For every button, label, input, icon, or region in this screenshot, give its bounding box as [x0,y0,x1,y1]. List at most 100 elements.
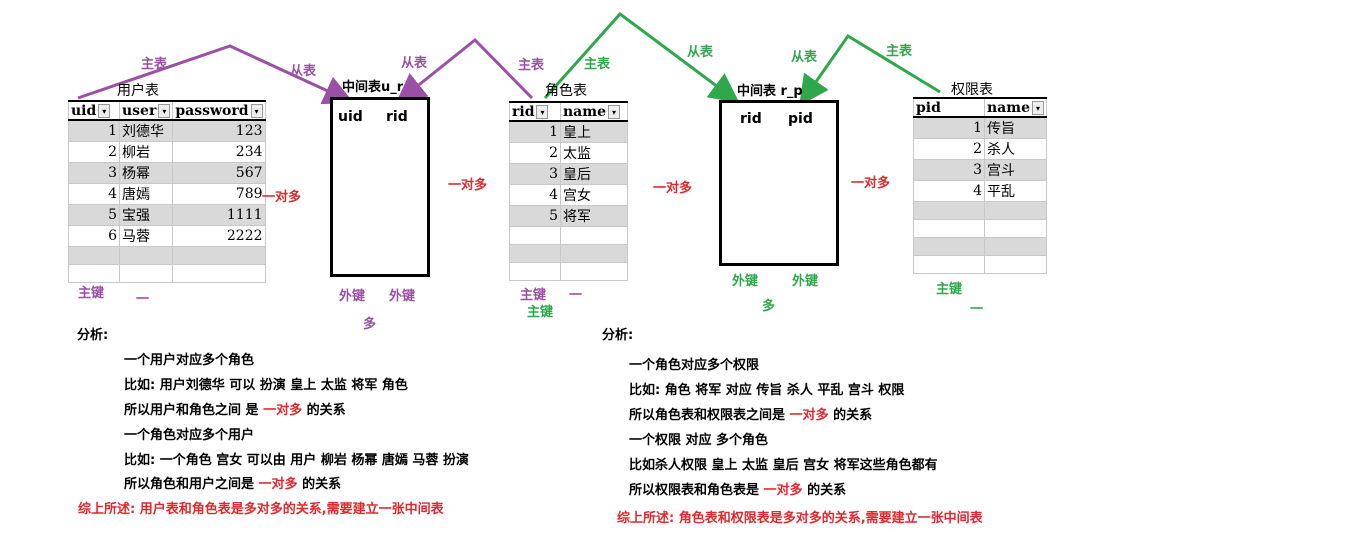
analysis-left-line-2: 比如: 用户刘德华 可以 扮演 皇上 太监 将军 角色 [124,378,408,393]
table-cell: 3 [68,162,120,184]
table-cell: 1 [509,120,561,143]
table-cell: 柳岩 [118,141,174,163]
table-cell: 567 [172,162,266,184]
table-cell: 2 [913,138,985,160]
label-foreign-key-rp-rid: 外键 [732,274,759,289]
table-cell: 3 [913,159,985,181]
table-cell: 传旨 [984,116,1047,139]
table-row: 6 马蓉 2222 [68,225,266,247]
table-row: 4 宫女 [509,184,628,206]
table-cell: 宫女 [560,184,628,206]
table-cell: 5 [68,204,120,226]
perm-table-header: pid name ▾ [913,97,1047,118]
table-row [509,226,628,245]
label-one-perm: 一 [970,302,984,317]
filter-dropdown-icon[interactable]: ▾ [98,103,111,118]
filter-dropdown-icon[interactable]: ▾ [1031,100,1044,115]
table-cell: 杨幂 [118,162,174,184]
table-cell: 4 [913,180,985,202]
table-cell: 789 [172,183,266,205]
table-cell: 3 [509,163,561,185]
label-foreign-key-uid: 外键 [339,289,366,304]
user-table: uid ▾ user ▾ password ▾ 1 刘德华 123 2 柳岩 234 3 杨幂 5… [68,100,266,283]
table-cell: 2 [68,141,120,163]
table-row: 3 宫斗 [913,159,1047,181]
table-row [68,264,266,283]
user-table-header: uid ▾ user ▾ password ▾ [68,100,266,121]
table-cell: 6 [68,225,120,247]
table-row [509,244,628,263]
table-cell: 宫斗 [984,159,1047,181]
filter-dropdown-icon[interactable]: ▾ [250,103,263,118]
table-cell: 刘德华 [118,119,174,142]
label-main-table-user: 主表 [141,57,168,72]
table-row [509,262,628,281]
analysis-left-summary: 综上所述: 用户表和角色表是多对多的关系,需要建立一张中间表 [78,502,444,517]
filter-dropdown-icon[interactable]: ▾ [158,103,171,118]
table-row: 1 刘德华 123 [68,119,266,142]
table-cell: 1111 [172,204,266,226]
table-cell: 马蓉 [118,225,174,247]
analysis-left-line-3: 所以用户和角色之间 是 一对多 的关系 [124,403,346,418]
table-cell: 2222 [172,225,266,247]
table-row: 2 柳岩 234 [68,141,266,163]
table-row: 2 太监 [509,142,628,164]
rp-col-rid: rid [740,111,762,127]
analysis-left-title: 分析: [77,328,109,343]
analysis-right-line-4: 一个权限 对应 多个角色 [629,433,769,448]
user-table-header-uid: uid [71,102,97,119]
label-one-to-many-user-ur: 一对多 [262,190,302,205]
table-row [913,201,1047,220]
table-cell: 宝强 [118,204,174,226]
table-row: 4 平乱 [913,180,1047,202]
rp-table-title: 中间表 r_p [737,84,803,99]
label-one-role: 一 [569,288,583,303]
analysis-right-line-6: 所以权限表和角色表是 一对多 的关系 [629,483,847,498]
table-row: 5 将军 [509,205,628,227]
analysis-right-title: 分析: [602,328,634,343]
table-cell: 1 [913,116,985,139]
rp-col-pid: pid [788,111,813,127]
rp-table-box [719,100,839,266]
label-foreign-key-rp-pid: 外键 [792,274,819,289]
label-sub-table-ur-2: 从表 [401,56,428,71]
table-cell: 5 [509,205,561,227]
table-row: 1 皇上 [509,120,628,143]
label-sub-table-ur: 从表 [290,64,317,79]
label-primary-key-pid: 主键 [936,282,963,297]
role-table-header-rid: rid [512,103,535,120]
analysis-right-line-1: 一个角色对应多个权限 [629,358,760,373]
label-one-to-many-role-rp: 一对多 [653,181,693,196]
table-cell: 123 [172,119,266,142]
ur-col-uid: uid [338,109,363,125]
role-table-title: 角色表 [545,83,587,99]
label-one-user: 一 [136,292,150,307]
analysis-right-line-5: 比如杀人权限 皇上 太监 皇后 宫女 将军这些角色都有 [629,458,938,473]
table-cell: 234 [172,141,266,163]
table-row [68,246,266,265]
label-many-rp: 多 [762,299,776,314]
ur-table-title: 中间表u_r [342,80,404,95]
label-foreign-key-rid: 外键 [389,289,416,304]
label-main-table-perm: 主表 [886,44,913,59]
filter-dropdown-icon[interactable]: ▾ [536,104,549,119]
table-cell: 杀人 [984,138,1047,160]
perm-table-header-name: name [987,99,1030,116]
table-cell: 平乱 [984,180,1047,202]
table-cell: 4 [68,183,120,205]
table-cell: 4 [509,184,561,206]
table-row [913,237,1047,256]
filter-dropdown-icon[interactable]: ▾ [607,104,620,119]
label-sub-table-rp-2: 从表 [791,50,818,65]
perm-table-title: 权限表 [951,82,993,98]
analysis-left-line-1: 一个用户对应多个角色 [124,353,255,368]
label-main-table-role: 主表 [518,58,545,73]
table-row [913,219,1047,238]
role-table-header-name: name [563,103,606,120]
table-cell: 皇后 [560,163,628,185]
label-primary-key-uid: 主键 [78,286,105,301]
role-table-header: rid ▾ name ▾ [509,101,628,122]
user-table-title: 用户表 [117,83,159,99]
table-cell: 太监 [560,142,628,164]
label-many-ur: 多 [363,317,377,332]
